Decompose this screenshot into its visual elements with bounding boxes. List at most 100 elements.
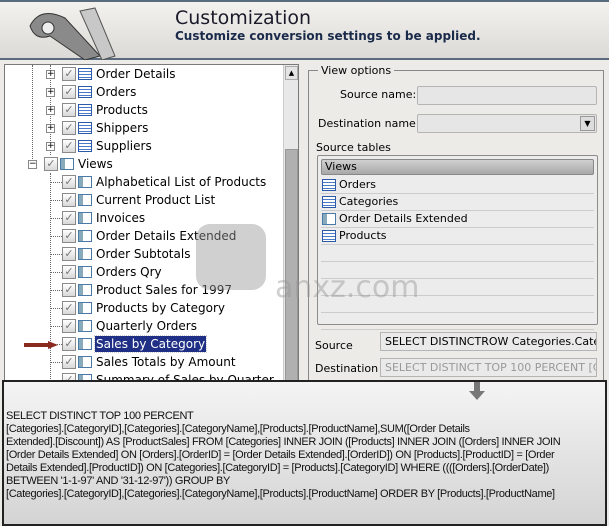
tree-item-views[interactable]: − ✓ Views xyxy=(5,155,285,173)
tree-connector xyxy=(50,236,62,237)
tree-item-view[interactable]: ✓ Quarterly Orders xyxy=(5,317,285,335)
tree-item-label: Orders xyxy=(96,85,137,99)
table-icon xyxy=(322,230,336,242)
view-icon xyxy=(78,302,92,314)
checkbox[interactable]: ✓ xyxy=(62,193,76,207)
view-icon xyxy=(78,266,92,278)
destination-name-label: Destination name: xyxy=(318,117,420,130)
scroll-thumb[interactable] xyxy=(285,149,298,381)
page-subtitle: Customize conversion settings to be appl… xyxy=(175,29,481,43)
list-item[interactable]: Categories xyxy=(321,194,594,211)
sql-preview-popup: SELECT DISTINCT TOP 100 PERCENT [Categor… xyxy=(2,380,607,526)
chevron-down-icon[interactable]: ▼ xyxy=(580,116,595,131)
list-item-label: Products xyxy=(339,229,387,242)
header: Customization Customize conversion setti… xyxy=(0,0,609,60)
checkbox[interactable]: ✓ xyxy=(62,301,76,315)
checkbox[interactable]: ✓ xyxy=(62,319,76,333)
tree-item-view[interactable]: ✓ Products by Category xyxy=(5,299,285,317)
expand-icon[interactable]: + xyxy=(46,70,55,79)
tree-item-label: Suppliers xyxy=(96,139,152,153)
destination-name-dropdown[interactable]: ▼ xyxy=(417,114,597,133)
tree-item-label: Alphabetical List of Products xyxy=(96,175,267,189)
view-icon xyxy=(78,212,92,224)
watermark-logo xyxy=(196,224,266,290)
collapse-icon[interactable]: − xyxy=(28,160,37,169)
empty-row xyxy=(321,245,594,262)
table-icon xyxy=(78,104,92,116)
tree-connector xyxy=(50,362,62,363)
view-options-title: View options xyxy=(318,64,395,77)
view-icon xyxy=(78,230,92,242)
list-item-label: Orders xyxy=(339,178,376,191)
checkbox[interactable]: ✓ xyxy=(62,229,76,243)
tree-item-table[interactable]: + ✓ Suppliers xyxy=(5,137,285,155)
table-icon xyxy=(322,179,336,191)
view-icon xyxy=(78,248,92,260)
tree-item-label: Products by Category xyxy=(96,301,225,315)
expand-icon[interactable]: + xyxy=(46,142,55,151)
tree-item-label: Current Product List xyxy=(96,193,216,207)
view-icon xyxy=(78,356,92,368)
checkbox[interactable]: ✓ xyxy=(62,265,76,279)
tree-item-table[interactable]: + ✓ Products xyxy=(5,101,285,119)
list-item-label: Categories xyxy=(339,195,399,208)
expand-icon[interactable]: + xyxy=(46,106,55,115)
view-icon xyxy=(78,194,92,206)
expand-icon[interactable]: + xyxy=(46,88,55,97)
tree-item-label: Order Details xyxy=(96,67,176,81)
tree-item-label: Sales Totals by Amount xyxy=(96,355,236,369)
table-icon xyxy=(78,86,92,98)
checkbox[interactable]: ✓ xyxy=(62,103,76,117)
tree-item-table[interactable]: + ✓ Orders xyxy=(5,83,285,101)
tools-logo-icon xyxy=(29,7,116,60)
tree-connector xyxy=(50,308,62,309)
checkbox[interactable]: ✓ xyxy=(62,247,76,261)
list-item[interactable]: Products xyxy=(321,228,594,245)
checkbox[interactable]: ✓ xyxy=(62,85,76,99)
watermark-text: anxz.com xyxy=(275,270,420,305)
view-icon xyxy=(322,213,336,225)
checkbox[interactable]: ✓ xyxy=(62,337,76,351)
checkbox[interactable]: ✓ xyxy=(62,175,76,189)
view-icon xyxy=(78,176,92,188)
checkbox[interactable]: ✓ xyxy=(62,121,76,135)
object-tree[interactable]: ▲ + ✓ Order Details + ✓ Orders + ✓ Products + ✓ Shi… xyxy=(4,64,299,382)
table-icon xyxy=(322,196,336,208)
checkbox[interactable]: ✓ xyxy=(62,67,76,81)
source-tables-label: Source tables xyxy=(316,141,391,154)
source-sql-field[interactable]: SELECT DISTINCTROW Categories.Categor xyxy=(380,332,597,351)
checkbox[interactable]: ✓ xyxy=(44,157,58,171)
tree-item-label: Quarterly Orders xyxy=(96,319,197,333)
checkbox[interactable]: ✓ xyxy=(62,139,76,153)
tree-item-view[interactable]: ✓ Sales Totals by Amount xyxy=(5,353,285,371)
tree-connector xyxy=(50,272,62,273)
list-header: Views xyxy=(321,159,594,175)
pointer-arrow-icon xyxy=(24,341,58,349)
source-name-input[interactable] xyxy=(417,86,597,105)
view-icon xyxy=(78,338,92,350)
sql-preview-text: SELECT DISTINCT TOP 100 PERCENT [Categor… xyxy=(6,410,561,500)
scroll-up-button[interactable]: ▲ xyxy=(285,66,298,80)
tree-item-table[interactable]: + ✓ Order Details xyxy=(5,65,285,83)
tree-scrollbar[interactable]: ▲ xyxy=(283,65,298,381)
views-folder-icon xyxy=(60,158,74,170)
source-sql-label: Source xyxy=(315,339,353,352)
tree-item-table[interactable]: + ✓ Shippers xyxy=(5,119,285,137)
tree-item-view[interactable]: ✓ Current Product List xyxy=(5,191,285,209)
destination-sql-field[interactable]: SELECT DISTINCT TOP 100 PERCENT [Cate xyxy=(380,358,597,377)
table-icon xyxy=(78,122,92,134)
checkbox[interactable]: ✓ xyxy=(62,211,76,225)
checkbox[interactable]: ✓ xyxy=(62,283,76,297)
tree-item-view[interactable]: ✓ Alphabetical List of Products xyxy=(5,173,285,191)
expand-icon[interactable]: + xyxy=(46,124,55,133)
list-item[interactable]: Order Details Extended xyxy=(321,211,594,228)
view-icon xyxy=(78,320,92,332)
tree-item-label: Orders Qry xyxy=(96,265,162,279)
tree-item-label: Shippers xyxy=(96,121,149,135)
tree-item-label: Invoices xyxy=(96,211,146,225)
tree-connector xyxy=(50,254,62,255)
tree-connector xyxy=(50,182,62,183)
list-item[interactable]: Orders xyxy=(321,177,594,194)
empty-row xyxy=(321,313,594,330)
checkbox[interactable]: ✓ xyxy=(62,355,76,369)
